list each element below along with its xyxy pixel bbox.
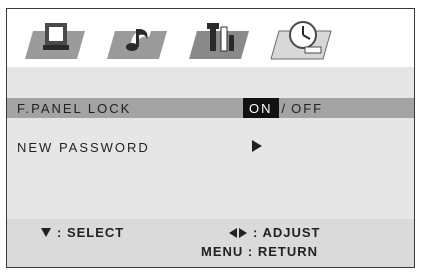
music-note-icon — [107, 29, 167, 59]
menu-tab-bar — [7, 9, 414, 67]
key-guide-footer: : SELECT : ADJUST MENU : RETURN — [7, 219, 414, 267]
adjust-hint-text: : ADJUST — [253, 225, 321, 240]
osd-menu-window: F.PANEL LOCK ON / OFF NEW PASSWORD : SELEC… — [6, 8, 415, 268]
select-hint-text: : SELECT — [57, 225, 125, 240]
return-hint: MENU : RETURN — [201, 244, 318, 259]
tab-audio[interactable] — [101, 15, 173, 63]
option-on[interactable]: ON — [243, 98, 279, 118]
adjust-hint: : ADJUST — [229, 225, 320, 240]
tab-picture[interactable] — [19, 15, 91, 63]
clock-icon — [270, 21, 332, 60]
select-hint: : SELECT — [41, 225, 124, 240]
new-password-label: NEW PASSWORD — [17, 140, 150, 155]
tab-timer[interactable] — [265, 15, 337, 63]
tv-icon — [25, 23, 85, 59]
tools-icon — [189, 23, 249, 59]
arrow-down-icon — [41, 228, 51, 237]
option-off[interactable]: OFF — [291, 98, 323, 116]
panel-lock-options: ON / OFF — [243, 98, 323, 118]
arrow-right-icon — [252, 140, 262, 152]
arrow-right-small-icon — [239, 227, 247, 238]
option-separator: / — [281, 101, 288, 116]
panel-lock-row[interactable]: F.PANEL LOCK ON / OFF — [7, 98, 414, 118]
new-password-row[interactable]: NEW PASSWORD — [7, 137, 414, 157]
tab-setup[interactable] — [183, 15, 255, 63]
arrow-left-icon — [229, 227, 237, 238]
menu-content: F.PANEL LOCK ON / OFF NEW PASSWORD — [7, 67, 414, 219]
return-hint-text: MENU : RETURN — [201, 244, 318, 259]
panel-lock-label: F.PANEL LOCK — [17, 101, 132, 116]
